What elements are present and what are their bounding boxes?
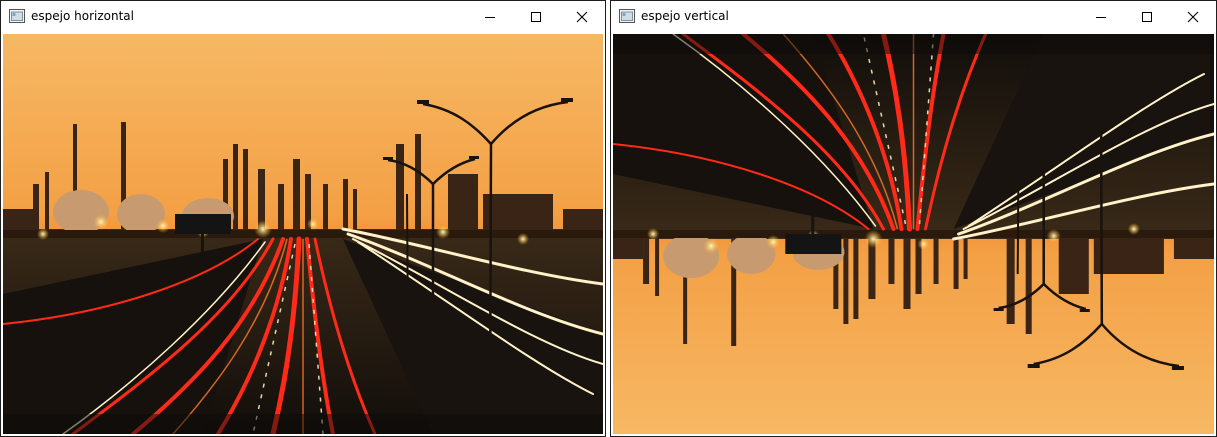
window-espejo-vertical: espejo vertical xyxy=(610,0,1217,437)
maximize-button[interactable] xyxy=(513,1,559,32)
close-icon xyxy=(1187,11,1199,22)
highway-refinery-image-flipped xyxy=(613,34,1214,434)
highway-refinery-image xyxy=(3,34,603,434)
minimize-button[interactable] xyxy=(467,1,513,32)
title-bar[interactable]: espejo horizontal xyxy=(1,1,605,32)
window-title: espejo vertical xyxy=(641,9,729,23)
close-button[interactable] xyxy=(559,1,605,32)
maximize-icon xyxy=(1142,11,1152,22)
app-icon xyxy=(9,9,25,23)
minimize-icon xyxy=(485,16,495,18)
maximize-button[interactable] xyxy=(1124,1,1170,32)
image-canvas xyxy=(3,34,603,434)
title-bar[interactable]: espejo vertical xyxy=(611,1,1216,32)
image-canvas xyxy=(613,34,1214,434)
maximize-icon xyxy=(531,11,541,22)
close-icon xyxy=(576,11,588,22)
close-button[interactable] xyxy=(1170,1,1216,32)
minimize-icon xyxy=(1096,16,1106,18)
window-espejo-horizontal: espejo horizontal xyxy=(0,0,606,437)
window-title: espejo horizontal xyxy=(31,9,134,23)
app-icon xyxy=(619,9,635,23)
minimize-button[interactable] xyxy=(1078,1,1124,32)
